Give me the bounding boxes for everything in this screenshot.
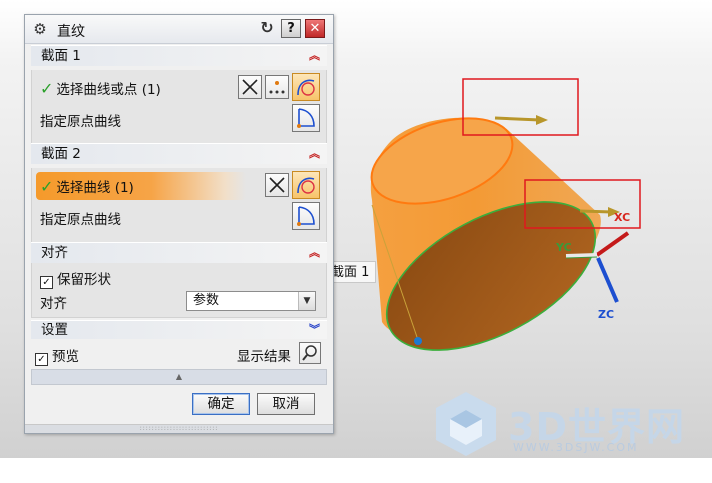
point-dialog-button[interactable] [238, 75, 262, 99]
align-group: 对齐 ︽ ✓ 保留形状 对齐 参数 ▼ [31, 242, 327, 318]
origin-curve-icon [297, 108, 315, 128]
origin-curve-button[interactable] [292, 202, 320, 230]
ok-button[interactable]: 确定 [192, 393, 250, 415]
triad-x [595, 231, 630, 257]
settings-title: 设置 [41, 322, 68, 338]
section2-body: ✓ 选择曲线 (1) 指定原点曲线 [31, 168, 327, 243]
section2-origin-row[interactable]: 指定原点曲线 [32, 202, 326, 236]
dropdown-arrow-icon[interactable]: ▼ [298, 292, 315, 310]
resize-grip[interactable]: :::::::::::::::::::::::::: [25, 424, 333, 433]
watermark-logo [436, 392, 496, 456]
section1-body: ✓ 选择曲线或点 (1) 指定原点曲线 [31, 70, 327, 145]
axis-label-xc: XC [614, 211, 631, 224]
reset-icon[interactable]: ↻ [257, 19, 277, 38]
section1-origin-label: 指定原点曲线 [40, 114, 121, 130]
collapse-icon[interactable]: ︽ [309, 144, 320, 164]
checkbox-icon: ✓ [35, 353, 48, 366]
collapse-icon[interactable]: ︽ [309, 46, 320, 66]
curve-rule-button[interactable] [292, 171, 320, 199]
gear-icon[interactable]: ⚙ [32, 21, 48, 37]
align-title: 对齐 [41, 245, 68, 261]
collapse-more-bar[interactable]: ▲ [31, 369, 327, 385]
direction-arrow-1 [494, 116, 541, 122]
align-method-row: 对齐 参数 ▼ [32, 287, 328, 315]
settings-group: 设置 ︾ [31, 320, 327, 339]
section1-header[interactable]: 截面 1 ︽ [31, 45, 327, 66]
point-dialog-icon [269, 177, 285, 193]
section1-title: 截面 1 [41, 48, 81, 64]
section1-select-label: 选择曲线或点 (1) [56, 82, 161, 98]
section2-select-row[interactable]: ✓ 选择曲线 (1) [32, 168, 326, 202]
align-method-select[interactable]: 参数 ▼ [186, 291, 316, 311]
origin-curve-button[interactable] [292, 104, 320, 132]
axis-label-zc: ZC [598, 308, 615, 321]
section2-title: 截面 2 [41, 146, 81, 162]
align-body: ✓ 保留形状 对齐 参数 ▼ [31, 263, 327, 318]
canvas-bottom-strip [0, 458, 712, 483]
triad-y [565, 253, 598, 258]
collapse-icon[interactable]: ︽ [309, 243, 320, 263]
section2-header[interactable]: 截面 2 ︽ [31, 143, 327, 164]
preview-checkbox[interactable]: ✓ 预览 [35, 345, 79, 366]
ruled-surface-dialog: ⚙ 直纹 ↻ ? ✕ 截面 1 ︽ ✓ 选择曲线或点 (1) 指定原点曲线 截面… [24, 14, 334, 434]
check-icon: ✓ [40, 177, 54, 196]
section1-origin-row[interactable]: 指定原点曲线 [32, 104, 326, 138]
section2-group: 截面 2 ︽ ✓ 选择曲线 (1) 指定原点曲线 [31, 143, 327, 243]
direction-arrowhead-1 [536, 115, 548, 125]
close-button[interactable]: ✕ [305, 19, 325, 38]
align-method-label: 对齐 [40, 296, 67, 312]
expand-icon[interactable]: ︾ [309, 321, 320, 339]
check-icon: ✓ [40, 79, 54, 98]
point-button[interactable] [265, 75, 289, 99]
triad-z [596, 257, 619, 303]
point-dialog-icon [242, 79, 258, 95]
curve-rule-button[interactable] [292, 73, 320, 101]
watermark-subtext: WWW.3DSJW.COM [513, 441, 639, 454]
dialog-titlebar[interactable]: ⚙ 直纹 ↻ ? ✕ [25, 15, 333, 44]
settings-header[interactable]: 设置 ︾ [31, 320, 327, 339]
direction-arrow-2 [579, 209, 613, 214]
axis-label-yc: YC [556, 241, 572, 254]
curve-rule-icon [297, 79, 315, 96]
dialog-title: 直纹 [57, 24, 85, 40]
point-icon [269, 81, 285, 94]
show-result-label: 显示结果 [237, 349, 291, 365]
show-result-button[interactable] [299, 342, 321, 364]
section-tooltip: 截面 1 [328, 261, 376, 283]
preview-label: 预览 [52, 349, 79, 365]
cancel-button[interactable]: 取消 [257, 393, 315, 415]
curve-rule-icon [297, 177, 315, 194]
section2-origin-label: 指定原点曲线 [40, 212, 121, 228]
keep-shape-checkbox[interactable]: ✓ 保留形状 [40, 268, 111, 289]
keep-shape-label: 保留形状 [57, 272, 111, 288]
help-button[interactable]: ? [281, 19, 301, 38]
point-dialog-button[interactable] [265, 173, 289, 197]
magnifier-icon [302, 345, 317, 361]
chevron-up-icon: ▲ [175, 372, 183, 381]
section1-group: 截面 1 ︽ ✓ 选择曲线或点 (1) 指定原点曲线 [31, 45, 327, 145]
section2-select-label: 选择曲线 (1) [56, 180, 134, 196]
section1-select-row[interactable]: ✓ 选择曲线或点 (1) [32, 70, 326, 104]
origin-curve-icon [297, 206, 315, 226]
align-method-value: 参数 [193, 293, 220, 308]
origin-point[interactable] [414, 337, 422, 345]
align-header[interactable]: 对齐 ︽ [31, 242, 327, 263]
